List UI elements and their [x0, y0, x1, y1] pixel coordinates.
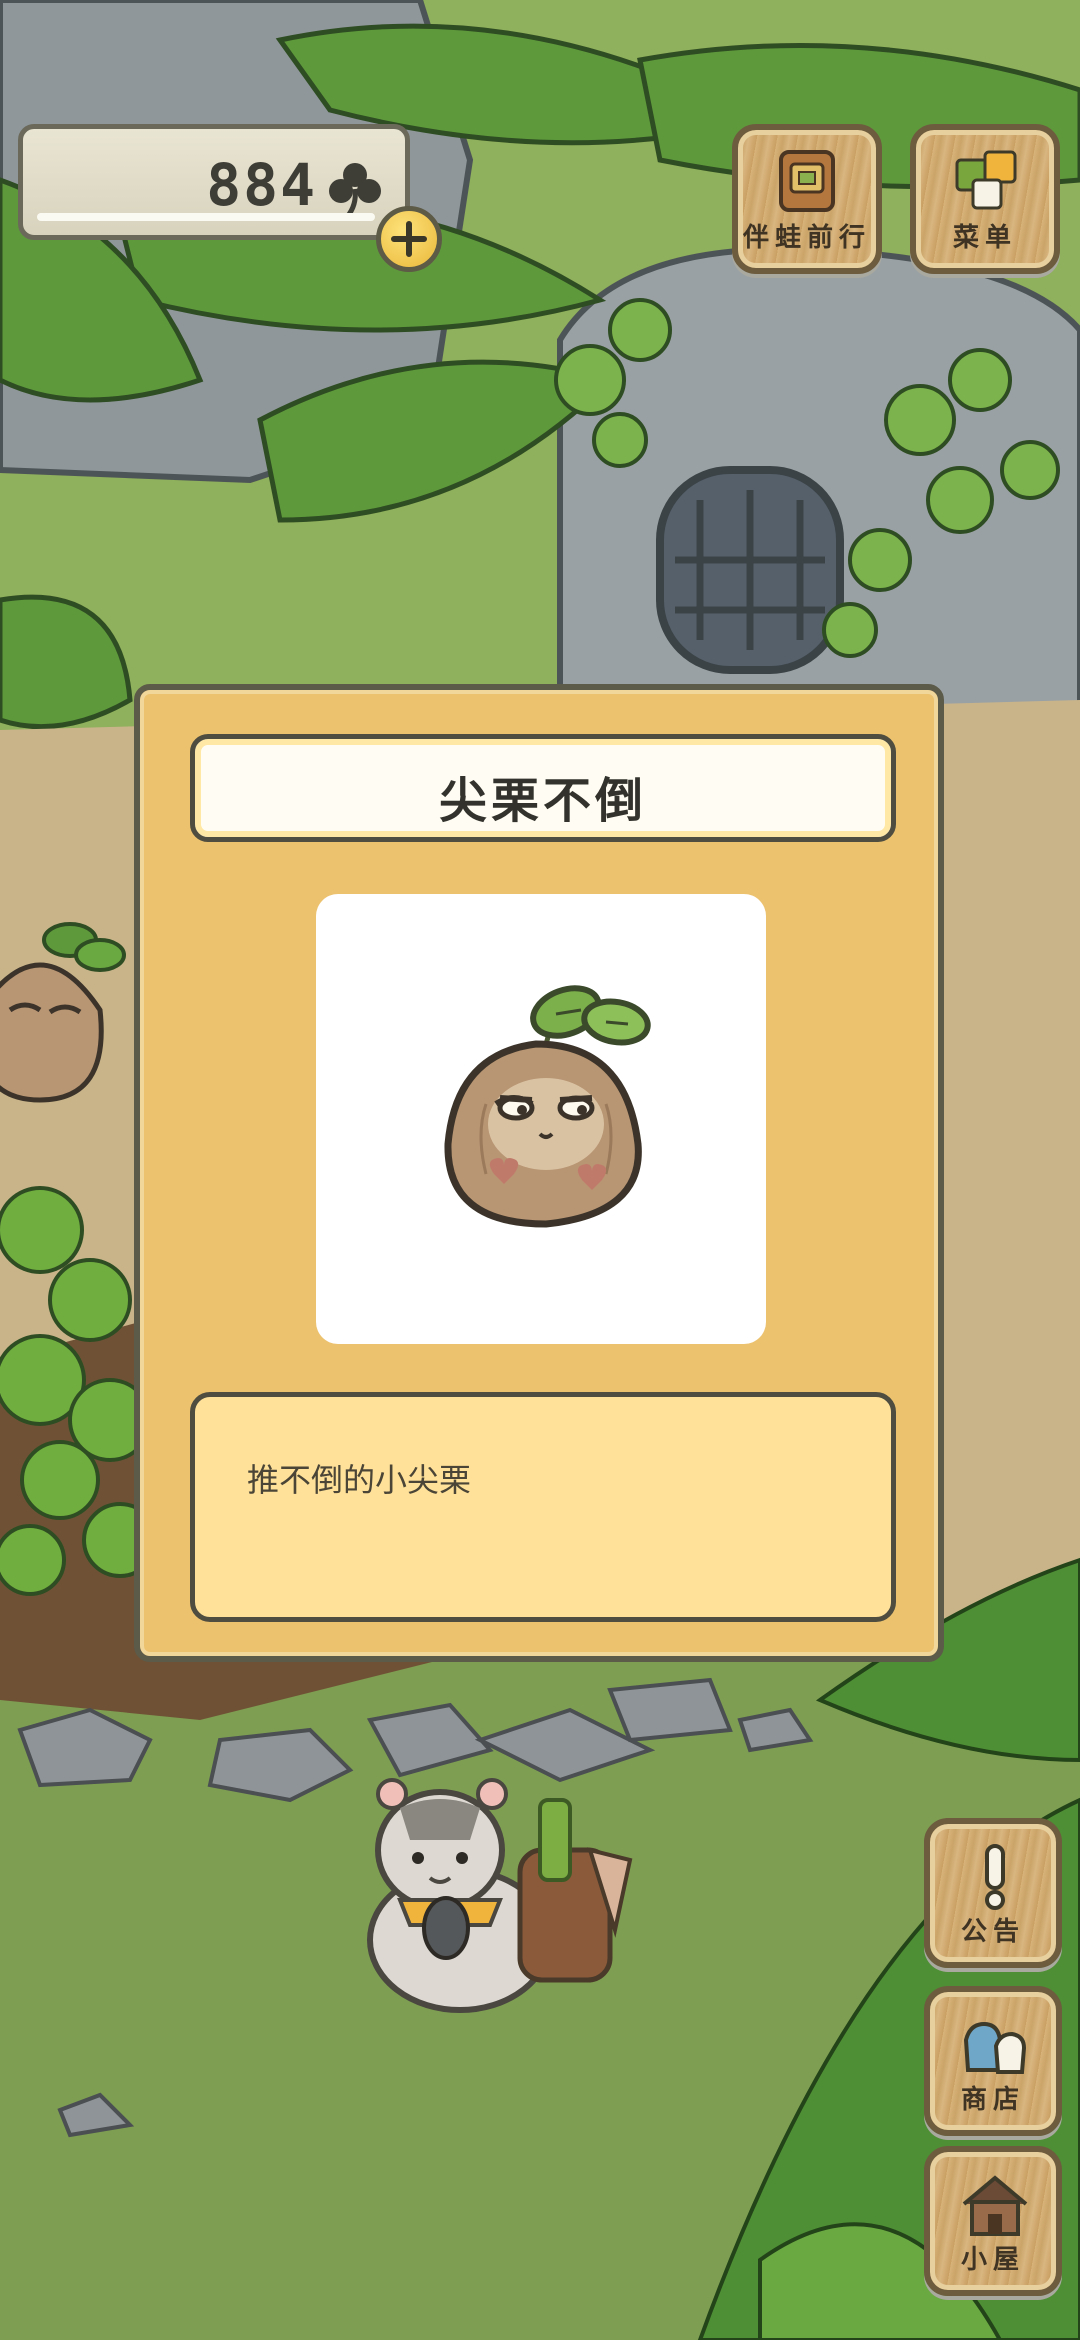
item-description: 推不倒的小尖栗 [247, 1461, 472, 1499]
item-title: 尖栗不倒 [438, 773, 647, 829]
shop-bags-icon [963, 2021, 1027, 2074]
menu-label: 菜单 [952, 223, 1017, 253]
item-image-frame [316, 894, 766, 1344]
shop-label: 商店 [960, 2085, 1025, 2115]
travel-companion-label: 伴蛙前行 [742, 223, 871, 253]
item-detail-dialog[interactable]: 尖栗不倒 推不倒的小尖栗 [134, 684, 944, 1662]
add-clover-button[interactable] [376, 206, 442, 272]
menu-button[interactable]: 菜单 [910, 124, 1060, 274]
chestnut-doll-icon [444, 985, 651, 1228]
notice-button[interactable]: 公告 [924, 1818, 1062, 1968]
shop-button[interactable]: 商店 [924, 1986, 1062, 2136]
clover-icon [329, 163, 381, 219]
item-description-box: 推不倒的小尖栗 [190, 1392, 896, 1622]
clover-counter: 884 [18, 124, 410, 240]
house-icon [962, 2175, 1028, 2236]
journal-icon [779, 150, 835, 212]
house-button[interactable]: 小屋 [924, 2146, 1062, 2296]
plus-icon [391, 221, 427, 257]
game-screen: 884 伴蛙前行 菜单 公告 商店 小屋 尖栗不倒 推不倒的小尖栗 [0, 0, 1080, 2340]
exclamation-icon [985, 1844, 1005, 1910]
house-label: 小屋 [960, 2245, 1025, 2275]
item-title-box: 尖栗不倒 [190, 734, 896, 842]
clover-count: 884 [206, 151, 317, 219]
panel-highlight [37, 213, 375, 221]
notice-label: 公告 [960, 1917, 1025, 1947]
menu-cards-icon [955, 150, 1017, 210]
travel-companion-button[interactable]: 伴蛙前行 [732, 124, 882, 274]
